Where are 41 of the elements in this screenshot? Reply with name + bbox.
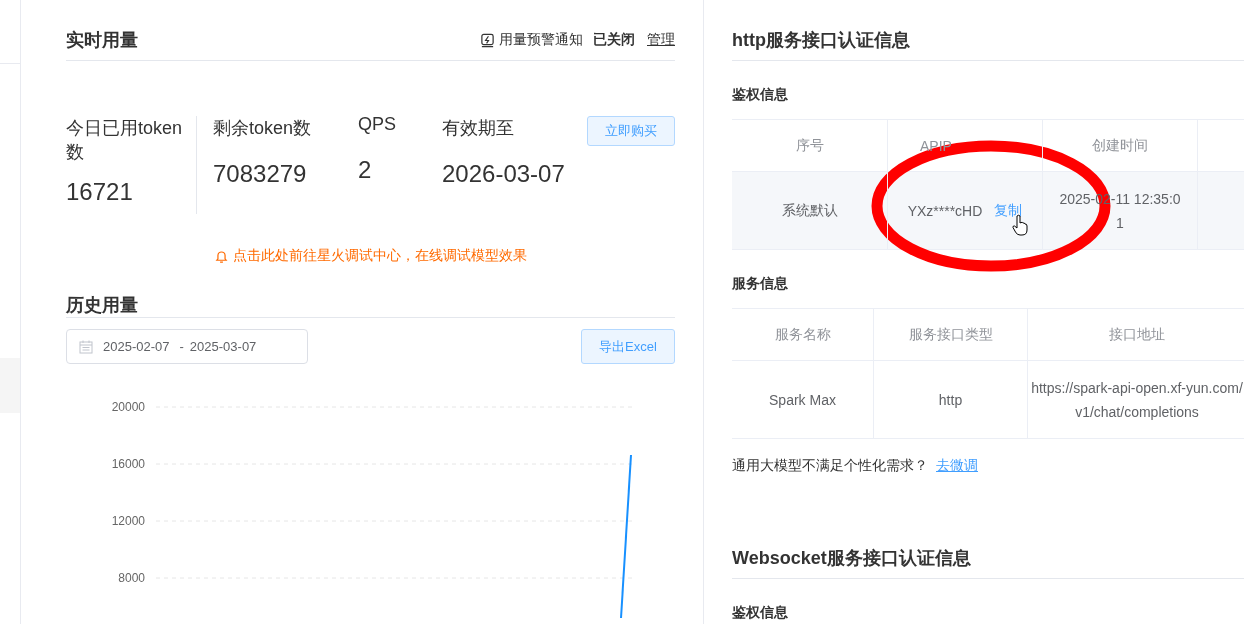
- section-title: Websocket服务接口认证信息: [732, 547, 971, 570]
- alert-label: 用量预警通知: [499, 31, 583, 49]
- section-title: 实时用量: [66, 29, 138, 52]
- stat-value: 16721: [66, 178, 134, 206]
- finetune-link[interactable]: 去微调: [936, 457, 978, 473]
- table-cell: 系统默认: [732, 172, 888, 249]
- y-tick-label: 8000: [118, 571, 145, 585]
- bolt-icon: [480, 32, 495, 48]
- manage-link[interactable]: 管理: [647, 31, 675, 49]
- y-tick-label: 12000: [111, 514, 145, 528]
- stat-label: 剩余token数: [213, 117, 313, 140]
- stat-value: 7083279: [213, 160, 308, 188]
- table-cell: Spark Max: [732, 361, 874, 438]
- subsection-title: 服务信息: [732, 275, 789, 293]
- section-title: http服务接口认证信息: [732, 29, 910, 52]
- copy-link[interactable]: 复制: [994, 201, 1023, 220]
- column-header: 服务名称: [732, 309, 874, 360]
- column-header: 序号: [732, 120, 888, 171]
- stat-value: 2: [358, 156, 373, 184]
- subsection-title: 鉴权信息: [732, 604, 789, 622]
- table-cell-text: https://spark-api-open.xf-yun.com/v1/chat/completions: [1030, 378, 1244, 422]
- bell-icon: [214, 248, 229, 264]
- calendar-icon: [79, 339, 93, 354]
- column-header: 接口地址: [1028, 309, 1244, 360]
- date-range-field[interactable]: 2025-02-07 - 2025-03-07: [66, 329, 308, 364]
- stat-label: 有效期至: [442, 117, 515, 140]
- column-header: 创建时间: [1043, 120, 1198, 171]
- subsection-title: 鉴权信息: [732, 86, 789, 104]
- buy-button[interactable]: 立即购买: [587, 116, 675, 146]
- stat-label: QPS: [358, 113, 397, 136]
- stat-value: 2026-03-07: [442, 160, 566, 188]
- finetune-prompt: 通用大模型不满足个性化需求？: [732, 457, 928, 473]
- column-header: 服务接口类型: [874, 309, 1028, 360]
- export-button[interactable]: 导出Excel: [581, 329, 675, 364]
- y-tick-label: 16000: [111, 457, 145, 471]
- api-key-value: YXz****cHD: [907, 202, 983, 219]
- y-tick-label: 20000: [111, 400, 145, 414]
- alert-status: 已关闭: [593, 31, 635, 49]
- stat-label: 今日已用token数: [66, 117, 184, 164]
- section-title: 历史用量: [66, 294, 138, 317]
- table-cell: http: [874, 361, 1028, 438]
